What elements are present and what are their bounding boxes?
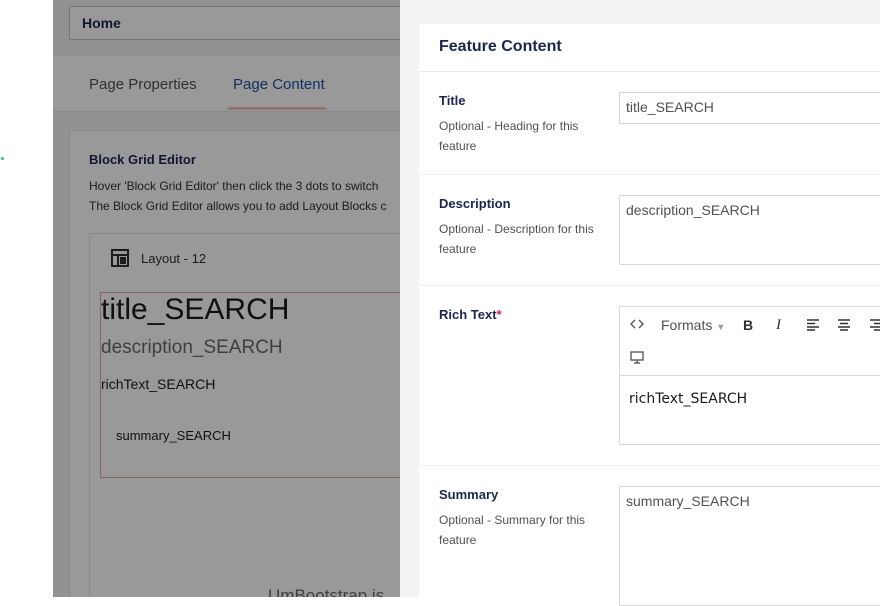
align-left-icon[interactable] (806, 319, 820, 334)
rich-text-editor[interactable]: Formats ▼ B I richText_SEARCH (619, 306, 880, 445)
chevron-down-icon: ▼ (716, 322, 726, 332)
title-input[interactable]: title_SEARCH (619, 92, 880, 124)
bold-button[interactable]: B (743, 317, 753, 333)
required-asterisk: * (496, 307, 502, 322)
code-icon[interactable] (630, 317, 644, 334)
divider (419, 174, 880, 175)
rte-toolbar: Formats ▼ B I (620, 307, 880, 376)
formats-label: Formats (661, 317, 713, 333)
italic-button[interactable]: I (776, 317, 781, 334)
status-dot (1, 157, 4, 160)
summary-description: Optional - Summary for this feature (439, 513, 586, 547)
description-label: Description (439, 196, 511, 211)
align-right-icon[interactable] (869, 319, 880, 334)
title-description: Optional - Heading for this feature (439, 119, 579, 153)
title-label: Title (439, 93, 466, 108)
description-description: Optional - Description for this feature (439, 222, 594, 256)
description-textarea[interactable]: description_SEARCH (619, 195, 880, 265)
divider (419, 465, 880, 466)
divider (419, 285, 880, 286)
summary-label: Summary (439, 487, 499, 502)
modal-overlay[interactable] (53, 0, 400, 597)
card-header: Feature Content (419, 24, 880, 72)
align-center-icon[interactable] (837, 319, 851, 334)
summary-textarea[interactable]: summary_SEARCH (619, 486, 880, 606)
feature-content-card: Feature Content Title Optional - Heading… (419, 24, 880, 606)
rich-text-content[interactable]: richText_SEARCH (629, 391, 747, 407)
embed-icon[interactable] (630, 351, 644, 367)
left-gutter (0, 0, 53, 597)
rich-text-label-text: Rich Text (439, 307, 497, 322)
rich-text-label: Rich Text* (439, 307, 502, 322)
panel-title: Feature Content (439, 38, 562, 55)
formats-dropdown[interactable]: Formats ▼ (661, 317, 725, 333)
